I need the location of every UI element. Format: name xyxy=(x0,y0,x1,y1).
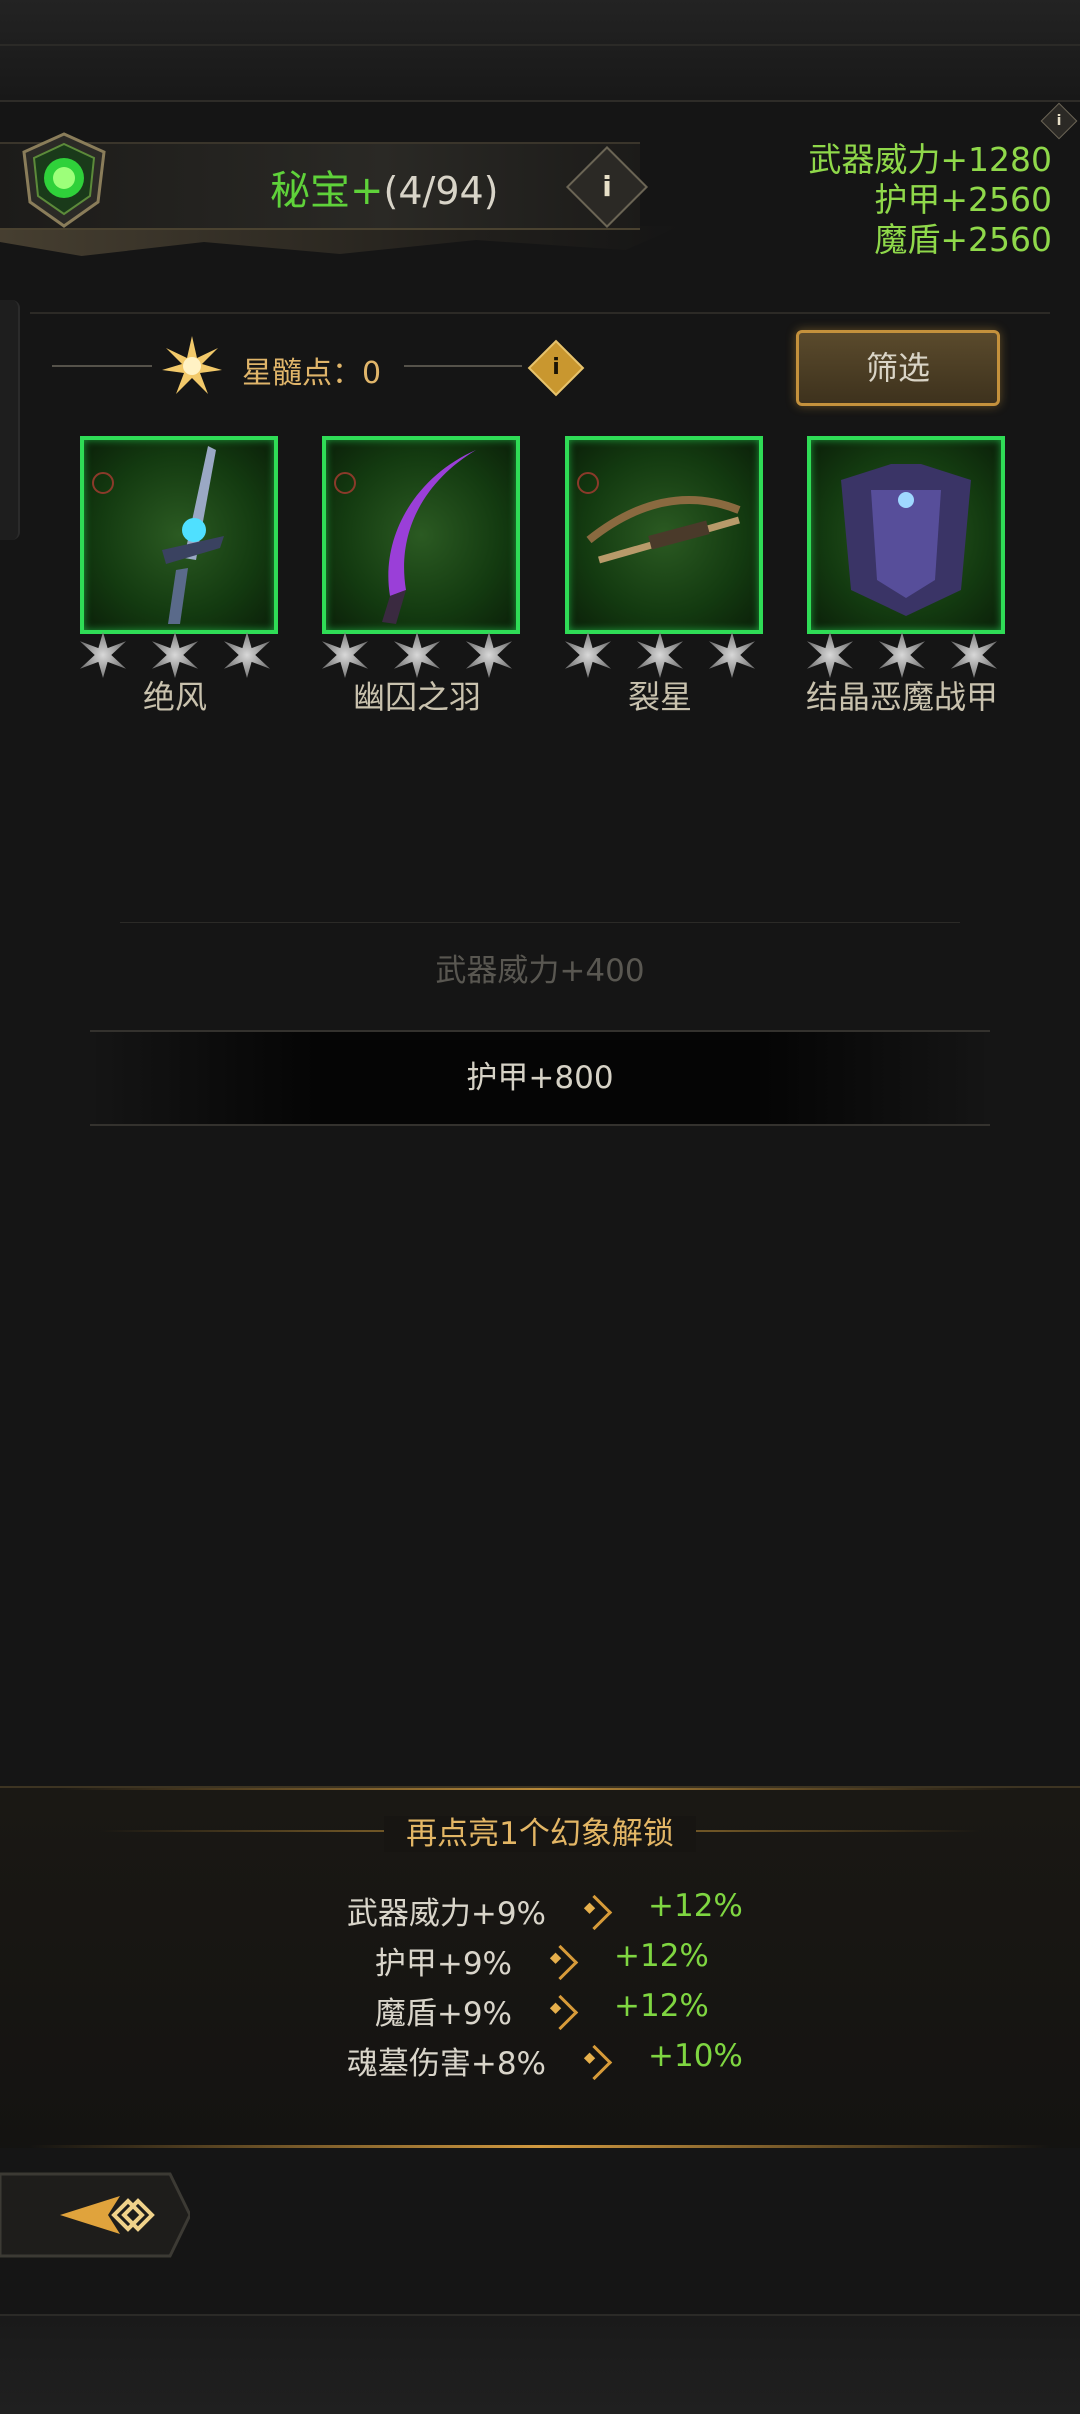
title-text: 秘宝+ xyxy=(270,168,384,214)
divider xyxy=(52,365,152,367)
star-marrow-info-button[interactable]: i xyxy=(527,339,585,397)
bonus-weapon-power: 武器威力+400 xyxy=(120,922,960,1029)
treasure-emblem-icon[interactable] xyxy=(18,132,110,228)
unlock-target-value: +12% xyxy=(614,1938,709,1974)
unlock-title-text: 再点亮1个幻象解锁 xyxy=(384,1816,696,1852)
divider xyxy=(30,312,1050,314)
summary-weapon-power: 武器威力+1280 xyxy=(808,140,1052,179)
unlock-title: 再点亮1个幻象解锁 xyxy=(0,1808,1080,1853)
star-marrow-row: 星髓点：0 i xyxy=(52,330,585,402)
item-card[interactable] xyxy=(322,436,520,634)
back-button[interactable] xyxy=(0,2170,190,2260)
star-marrow-points: 星髓点：0 xyxy=(242,356,382,391)
unlock-row: 武器威力+9% +12% xyxy=(0,1888,1080,1938)
unlock-target-value: +12% xyxy=(648,1888,743,1924)
unlock-target-value: +12% xyxy=(614,1988,709,2024)
arrow-right-icon xyxy=(542,1994,579,2031)
unlock-row: 魂墓伤害+8% +10% xyxy=(0,2038,1080,2088)
info-icon: i xyxy=(602,170,612,203)
item-grid: 绝风 幽囚之羽 裂星 结晶恶魔战甲 xyxy=(0,436,1080,716)
item-name: 结晶恶魔战甲 xyxy=(805,678,998,716)
top-frame xyxy=(0,0,1080,102)
summary-armor: 护甲+2560 xyxy=(874,180,1052,219)
unlock-row: 魔盾+9% +12% xyxy=(0,1988,1080,2038)
header-decoration xyxy=(0,226,680,256)
divider xyxy=(30,2145,1050,2148)
bottom-frame xyxy=(0,2314,1080,2414)
page-title: 秘宝+(4/94) xyxy=(270,158,499,216)
star-marrow-icon xyxy=(162,336,222,394)
crossbow-icon xyxy=(586,496,741,564)
unlock-base-value: 护甲+9% xyxy=(374,1946,512,1982)
unlock-base-value: 魔盾+9% xyxy=(374,1996,512,2032)
info-icon: i xyxy=(1056,113,1062,129)
unlock-target-value: +10% xyxy=(648,2038,743,2074)
unlock-panel: 再点亮1个幻象解锁 武器威力+9% +12% 护甲+9% +12% 魔盾+9% … xyxy=(0,1786,1080,2148)
item-name: 裂星 xyxy=(627,678,692,716)
info-icon: i xyxy=(552,355,560,380)
divider xyxy=(60,1788,1020,1790)
bonus-armor: 护甲+800 xyxy=(90,1030,990,1126)
item-card[interactable] xyxy=(80,436,278,634)
sword-icon xyxy=(162,446,224,624)
unlock-base-value: 武器威力+9% xyxy=(346,1896,546,1932)
item-name: 幽囚之羽 xyxy=(352,678,481,716)
unlock-base-value: 魂墓伤害+8% xyxy=(346,2046,546,2082)
item-card[interactable] xyxy=(807,436,1005,634)
filter-button[interactable]: 筛选 xyxy=(796,330,1000,406)
divider xyxy=(404,365,522,367)
stats-info-button[interactable]: i xyxy=(1040,102,1078,140)
item-name: 绝风 xyxy=(142,678,207,716)
chest-armor-icon xyxy=(841,464,971,616)
curved-blade-icon xyxy=(382,450,476,624)
unlock-row: 护甲+9% +12% xyxy=(0,1938,1080,1988)
arrow-right-icon xyxy=(542,1944,579,1981)
collection-count: (4/94) xyxy=(383,169,499,213)
stat-summary: 武器威力+1280 护甲+2560 魔盾+2560 xyxy=(808,140,1052,260)
arrow-right-icon xyxy=(576,2044,613,2081)
item-card[interactable] xyxy=(565,436,763,634)
arrow-right-icon xyxy=(576,1894,613,1931)
summary-magic-shield: 魔盾+2560 xyxy=(874,220,1052,259)
